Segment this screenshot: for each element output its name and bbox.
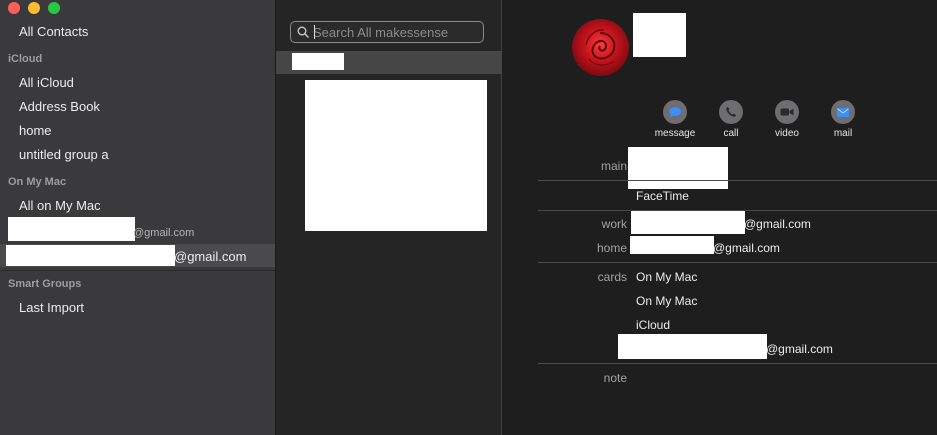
redacted-block	[292, 53, 344, 70]
mail-button[interactable]: mail	[813, 100, 873, 139]
field-separator	[538, 363, 937, 364]
sidebar-item-untitled-group-a[interactable]: untitled group a	[19, 147, 109, 162]
close-window-button[interactable]	[8, 2, 20, 14]
message-icon	[669, 107, 681, 118]
video-button[interactable]: video	[757, 100, 817, 139]
search-field[interactable]	[290, 21, 484, 43]
redacted-block	[8, 217, 135, 241]
field-separator	[538, 262, 937, 263]
sidebar-section-icloud: iCloud	[8, 53, 43, 65]
mail-label: mail	[833, 128, 853, 139]
minimize-window-button[interactable]	[28, 2, 40, 14]
redacted-block	[618, 334, 767, 359]
field-separator	[538, 180, 937, 181]
sidebar-section-on-my-mac: On My Mac	[8, 176, 67, 188]
list-item-selected[interactable]	[276, 51, 502, 74]
redacted-block	[631, 211, 745, 234]
redacted-block	[6, 245, 175, 266]
sidebar-item-home[interactable]: home	[19, 123, 52, 138]
home-email-suffix[interactable]: @gmail.com	[713, 241, 780, 255]
facetime-link[interactable]: FaceTime	[636, 189, 689, 203]
field-label-note: note	[603, 371, 627, 385]
message-button[interactable]: message	[645, 100, 705, 139]
redacted-block	[305, 80, 487, 231]
card-email-suffix: @gmail.com	[766, 342, 833, 356]
search-input[interactable]	[313, 24, 479, 40]
video-icon	[780, 108, 794, 116]
work-email-suffix[interactable]: @gmail.com	[744, 217, 811, 231]
phone-icon	[726, 107, 736, 117]
contact-detail: message call video mail main FaceTime wo…	[503, 0, 937, 435]
sidebar: All Contacts iCloud All iCloud Address B…	[0, 0, 276, 435]
contact-avatar[interactable]	[572, 19, 629, 76]
card-item: iCloud	[636, 318, 671, 332]
message-label: message	[654, 128, 696, 139]
sidebar-section-smart-groups: Smart Groups	[8, 278, 82, 290]
sidebar-divider	[0, 270, 275, 271]
field-label-work: work	[601, 217, 627, 231]
card-item: On My Mac	[636, 294, 698, 308]
search-icon	[297, 26, 309, 38]
account-email-suffix: @gmail.com	[133, 227, 195, 239]
card-item: On My Mac	[636, 270, 698, 284]
selected-account-email-suffix: @gmail.com	[174, 249, 247, 264]
rose-image	[585, 29, 616, 66]
video-label: video	[775, 128, 799, 139]
sidebar-item-all-icloud[interactable]: All iCloud	[19, 75, 74, 90]
redacted-block	[628, 147, 728, 189]
field-label-cards: cards	[597, 270, 627, 284]
sidebar-item-all-contacts[interactable]: All Contacts	[19, 24, 88, 39]
zoom-window-button[interactable]	[48, 2, 60, 14]
call-label: call	[723, 128, 739, 139]
window-controls	[8, 2, 60, 14]
field-label-main: main	[600, 159, 627, 173]
sidebar-item-last-import[interactable]: Last Import	[19, 300, 84, 315]
text-cursor	[314, 25, 315, 39]
mail-icon	[837, 107, 849, 117]
redacted-block	[630, 236, 714, 254]
contact-list	[276, 0, 502, 435]
redacted-block	[633, 13, 686, 57]
sidebar-item-all-on-my-mac[interactable]: All on My Mac	[19, 198, 101, 213]
call-button[interactable]: call	[701, 100, 761, 139]
field-label-home: home	[596, 241, 627, 255]
sidebar-item-address-book[interactable]: Address Book	[19, 99, 100, 114]
